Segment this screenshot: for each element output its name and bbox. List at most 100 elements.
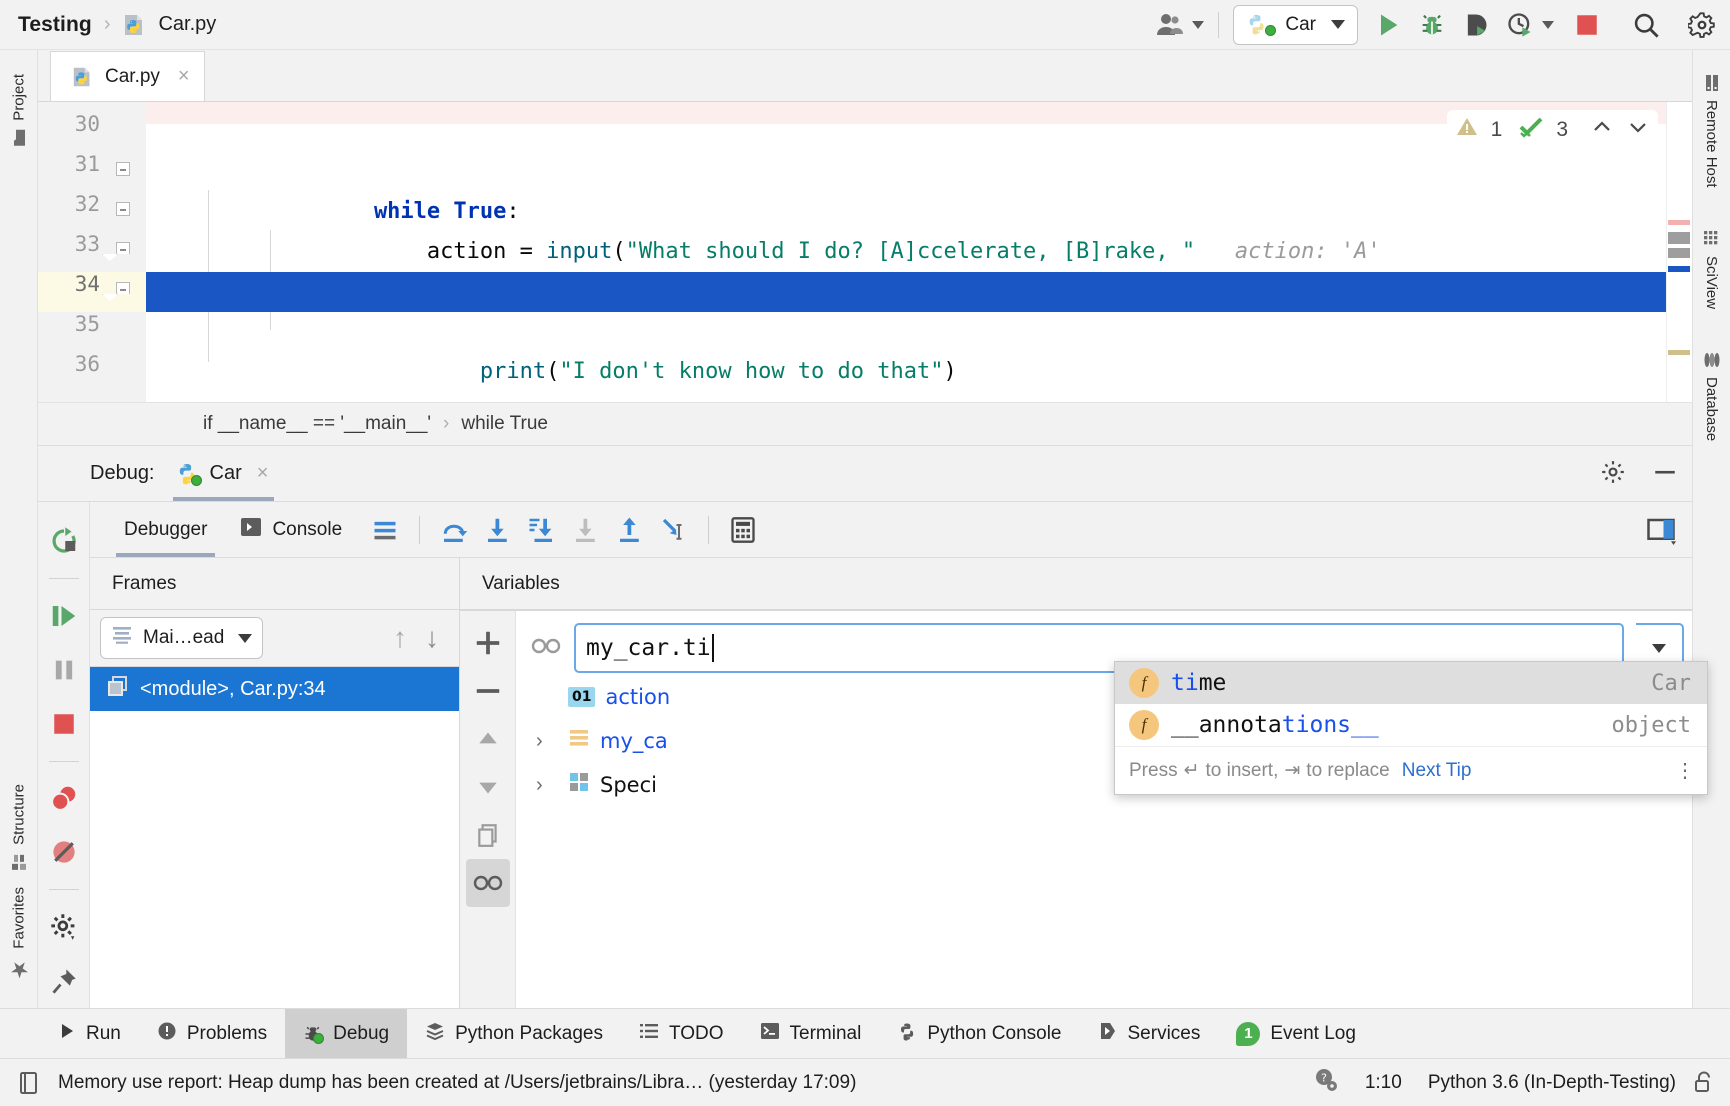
restore-layout-icon[interactable] xyxy=(1644,513,1678,547)
code-line-35: print("I don't know how to do that") xyxy=(479,359,957,384)
tree-twisty[interactable]: › xyxy=(536,730,558,753)
stop-program-icon[interactable] xyxy=(38,697,90,751)
toolwindow-problems[interactable]: Problems xyxy=(139,1009,285,1059)
add-watch-icon[interactable] xyxy=(460,619,516,667)
breadcrumb-scope-left[interactable]: if __name__ == '__main__' xyxy=(203,413,431,435)
resume-program-icon[interactable] xyxy=(38,589,90,643)
toolwindow-event-log[interactable]: 1 Event Log xyxy=(1218,1009,1374,1059)
run-to-cursor-icon[interactable] xyxy=(657,513,691,547)
thread-selector[interactable]: Mai…ead xyxy=(100,617,264,659)
structure-icon xyxy=(10,853,28,871)
move-down-icon[interactable] xyxy=(460,763,516,811)
unlocked-icon[interactable] xyxy=(1694,1071,1714,1095)
fold-marker-icon[interactable] xyxy=(116,282,132,302)
frame-row-module[interactable]: <module>, Car.py:34 xyxy=(90,667,459,711)
frame-label: <module>, Car.py:34 xyxy=(140,677,326,700)
search-icon[interactable] xyxy=(1632,11,1660,39)
tab-console[interactable]: Console xyxy=(223,502,358,557)
code-breadcrumb[interactable]: if __name__ == '__main__' › while True xyxy=(38,402,1692,446)
mute-breakpoints-icon[interactable] xyxy=(38,825,90,879)
toolwindow-todo[interactable]: TODO xyxy=(621,1009,742,1059)
step-into-icon[interactable] xyxy=(481,513,515,547)
close-icon[interactable]: × xyxy=(257,462,269,485)
main-toolbar: Testing › Car.py Car xyxy=(0,0,1730,50)
sidebar-item-remote-host[interactable]: Remote Host xyxy=(1703,66,1721,196)
remove-watch-icon[interactable] xyxy=(460,667,516,715)
frames-down-arrow-icon[interactable]: ↓ xyxy=(425,622,439,654)
interpreter-widget[interactable]: Python 3.6 (In-Depth-Testing) xyxy=(1428,1072,1676,1094)
session-running-dot xyxy=(190,474,202,486)
breadcrumb-file[interactable]: Car.py xyxy=(158,13,216,36)
code-text-area[interactable]: while True: action = input("What should … xyxy=(146,102,1692,402)
pause-program-icon[interactable] xyxy=(38,643,90,697)
toolwindow-terminal[interactable]: Terminal xyxy=(742,1009,880,1059)
pin-tab-icon[interactable] xyxy=(38,954,90,1008)
next-tip-link[interactable]: Next Tip xyxy=(1402,760,1472,782)
debug-session-tab[interactable]: Car × xyxy=(172,447,275,501)
inspection-profile-widget[interactable]: ? xyxy=(1313,1067,1339,1099)
toolwindow-python-packages[interactable]: Python Packages xyxy=(407,1009,621,1059)
memory-icon[interactable] xyxy=(18,1070,42,1096)
status-message[interactable]: Memory use report: Heap dump has been cr… xyxy=(58,1072,856,1094)
tree-twisty[interactable]: › xyxy=(536,774,558,797)
sidebar-item-favorites[interactable]: ★ Favorites xyxy=(6,879,31,990)
warning-icon xyxy=(1455,115,1479,145)
sidebar-item-structure[interactable]: Structure xyxy=(10,776,28,879)
sidebar-item-sciview[interactable]: SciView xyxy=(1703,222,1721,317)
step-over-icon[interactable] xyxy=(437,513,471,547)
stop-icon[interactable] xyxy=(1574,12,1600,38)
copy-icon[interactable] xyxy=(460,811,516,859)
editor-gutter[interactable]: 30 31 32 33 34 35 36 xyxy=(38,102,146,402)
overflow-menu-icon[interactable]: ⋮ xyxy=(1675,761,1695,781)
profile-icon[interactable] xyxy=(1506,11,1554,39)
sidebar-item-project[interactable]: Project xyxy=(10,66,28,155)
step-out-icon[interactable] xyxy=(613,513,647,547)
view-breakpoints-icon[interactable] xyxy=(38,772,90,826)
tab-debugger[interactable]: Debugger xyxy=(108,502,223,557)
run-configuration-selector[interactable]: Car xyxy=(1233,4,1358,45)
toolwindow-python-console[interactable]: Python Console xyxy=(879,1009,1079,1059)
breadcrumb-scope-right[interactable]: while True xyxy=(461,413,548,435)
rerun-icon[interactable] xyxy=(38,514,90,568)
run-icon[interactable] xyxy=(1374,11,1402,39)
toolwindow-services[interactable]: Services xyxy=(1080,1009,1219,1059)
editor-tab-car-py[interactable]: Car.py × xyxy=(50,51,205,101)
breadcrumb-project[interactable]: Testing xyxy=(18,13,92,37)
autocomplete-popup[interactable]: f time Car f __annotations__ object Pres… xyxy=(1114,661,1708,795)
autocomplete-item-time[interactable]: f time Car xyxy=(1115,662,1707,704)
watches-glasses-icon[interactable] xyxy=(465,859,510,907)
close-icon[interactable]: × xyxy=(178,65,190,88)
move-up-icon[interactable] xyxy=(460,715,516,763)
toolwindow-run[interactable]: Run xyxy=(40,1009,139,1059)
debug-icon[interactable] xyxy=(1418,11,1446,39)
autocomplete-item-annotations[interactable]: f __annotations__ object xyxy=(1115,704,1707,746)
debug-settings-icon[interactable] xyxy=(38,900,90,954)
step-into-my-code-icon[interactable] xyxy=(569,513,603,547)
frames-list[interactable]: <module>, Car.py:34 xyxy=(90,666,459,1008)
variables-list[interactable]: my_car.ti 01 action › my_ca › Speci f ti… xyxy=(516,611,1708,1008)
code-editor[interactable]: 30 31 32 33 34 35 36 while True: action … xyxy=(38,102,1692,402)
debug-tool-window-header: Debug: Car × xyxy=(38,446,1692,502)
settings-gear-icon[interactable] xyxy=(1688,11,1716,39)
fold-marker-icon[interactable] xyxy=(116,162,132,182)
force-step-into-icon[interactable] xyxy=(525,513,559,547)
user-avatar-icon[interactable] xyxy=(1155,12,1205,38)
coverage-icon[interactable] xyxy=(1462,11,1490,39)
warning-count: 1 xyxy=(1490,118,1503,141)
frames-panel-title: Frames xyxy=(90,558,459,610)
previous-problem-icon[interactable] xyxy=(1590,115,1614,145)
sidebar-item-database[interactable]: Database xyxy=(1703,343,1721,449)
toolwindow-debug[interactable]: Debug xyxy=(285,1008,408,1059)
debug-settings-gear-icon[interactable] xyxy=(1600,459,1626,489)
evaluate-expression-icon[interactable] xyxy=(726,513,760,547)
frames-up-arrow-icon[interactable]: ↑ xyxy=(393,622,407,654)
error-stripe-ruler[interactable] xyxy=(1666,102,1692,402)
fold-marker-icon[interactable] xyxy=(116,242,132,262)
fold-marker-icon[interactable] xyxy=(116,202,132,222)
layout-settings-icon[interactable] xyxy=(368,513,402,547)
caret-position-widget[interactable]: 1:10 xyxy=(1365,1072,1402,1094)
hide-tool-window-icon[interactable] xyxy=(1652,459,1678,489)
inspections-widget[interactable]: 1 3 xyxy=(1446,110,1658,150)
next-problem-icon[interactable] xyxy=(1626,115,1650,145)
run-actions-group xyxy=(1374,11,1716,39)
